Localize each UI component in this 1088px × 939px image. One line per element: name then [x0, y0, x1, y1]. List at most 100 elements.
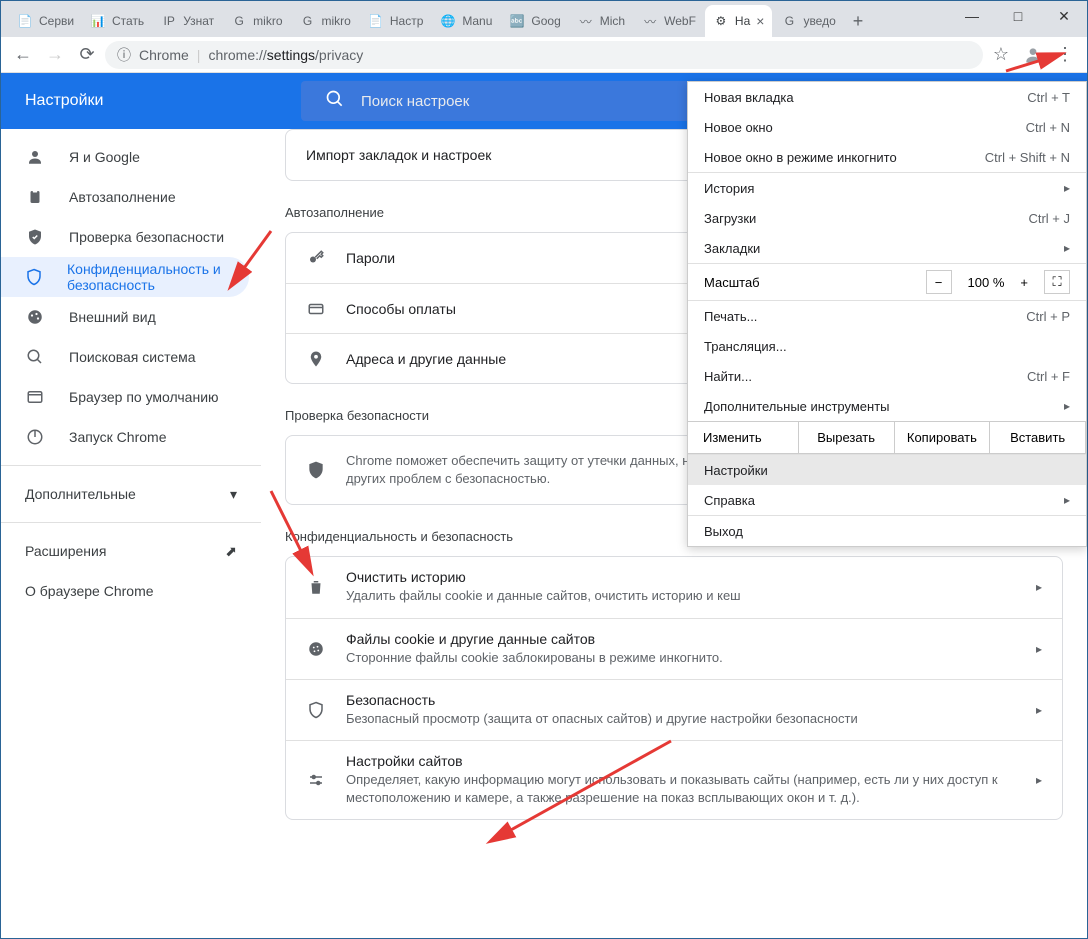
- menu-copy[interactable]: Копировать: [894, 421, 991, 454]
- menu-incognito[interactable]: Новое окно в режиме инкогнитоCtrl + Shif…: [688, 142, 1086, 172]
- chrome-menu: Новая вкладкаCtrl + T Новое окноCtrl + N…: [687, 81, 1087, 547]
- minimize-button[interactable]: —: [949, 1, 995, 31]
- menu-more-tools[interactable]: Дополнительные инструменты▸: [688, 391, 1086, 421]
- close-button[interactable]: ✕: [1041, 1, 1087, 31]
- tab-label: Серви: [39, 14, 74, 28]
- sidebar-extensions[interactable]: Расширения⬈: [1, 531, 261, 571]
- cookie-icon: [306, 640, 326, 658]
- tab[interactable]: Gmikro: [292, 5, 359, 37]
- menu-new-window[interactable]: Новое окноCtrl + N: [688, 112, 1086, 142]
- menu-help[interactable]: Справка▸: [688, 485, 1086, 515]
- sidebar-item[interactable]: Автозаполнение: [1, 177, 261, 217]
- menu-history[interactable]: История▸: [688, 173, 1086, 203]
- tab-favicon: 📄: [368, 13, 384, 29]
- tab[interactable]: 📊Стать: [82, 5, 152, 37]
- maximize-button[interactable]: □: [995, 1, 1041, 31]
- tab[interactable]: 〰WebF: [634, 5, 704, 37]
- sidebar-item[interactable]: Проверка безопасности: [1, 217, 261, 257]
- menu-print[interactable]: Печать...Ctrl + P: [688, 301, 1086, 331]
- chevron-right-icon: ▸: [1036, 703, 1042, 717]
- tab-label: Goog: [531, 14, 560, 28]
- chevron-right-icon: ▸: [1036, 642, 1042, 656]
- trash-icon: [306, 578, 326, 596]
- profile-avatar-icon[interactable]: [1019, 41, 1047, 69]
- sidebar-item[interactable]: Я и Google: [1, 137, 261, 177]
- menu-find[interactable]: Найти...Ctrl + F: [688, 361, 1086, 391]
- menu-cast[interactable]: Трансляция...: [688, 331, 1086, 361]
- menu-exit[interactable]: Выход: [688, 516, 1086, 546]
- privacy-row[interactable]: Файлы cookie и другие данные сайтовСторо…: [286, 618, 1062, 679]
- tab[interactable]: Gуведо: [773, 5, 843, 37]
- menu-zoom: Масштаб − 100 % + ⛶: [688, 264, 1086, 300]
- row-subtitle: Безопасный просмотр (защита от опасных с…: [346, 710, 1016, 728]
- tab-label: mikro: [322, 14, 351, 28]
- tab[interactable]: Gmikro: [223, 5, 290, 37]
- tab[interactable]: 🌐Manu: [432, 5, 500, 37]
- key-icon: [306, 249, 326, 267]
- menu-paste[interactable]: Вставить: [989, 421, 1086, 454]
- search-icon: [325, 89, 345, 114]
- sidebar-label: Конфиденциальность и безопасность: [67, 261, 225, 293]
- menu-edit-row: Изменить Вырезать Копировать Вставить: [688, 422, 1086, 454]
- sidebar-item[interactable]: Запуск Chrome: [1, 417, 261, 457]
- power-icon: [25, 427, 45, 447]
- tab[interactable]: 📄Серви: [9, 5, 81, 37]
- privacy-row[interactable]: Настройки сайтовОпределяет, какую информ…: [286, 740, 1062, 819]
- person-icon: [25, 147, 45, 167]
- shield-check-icon: [25, 227, 45, 247]
- reload-button[interactable]: ⟳: [73, 41, 101, 69]
- sidebar-item[interactable]: Браузер по умолчанию: [1, 377, 261, 417]
- tab-close-icon[interactable]: ×: [756, 13, 764, 29]
- sidebar-label: Проверка безопасности: [69, 229, 224, 245]
- address-bar[interactable]: ⓘ Chrome | chrome://settings/privacy: [105, 41, 983, 69]
- additional-label: Дополнительные: [25, 486, 136, 502]
- sidebar-label: Браузер по умолчанию: [69, 389, 219, 405]
- tab-label: На: [735, 14, 750, 28]
- sidebar-additional[interactable]: Дополнительные ▾: [1, 474, 261, 514]
- tab-favicon: IP: [161, 13, 177, 29]
- import-label: Импорт закладок и настроек: [306, 147, 491, 163]
- zoom-out-button[interactable]: −: [926, 270, 952, 294]
- sidebar-label: Запуск Chrome: [69, 429, 166, 445]
- privacy-row[interactable]: БезопасностьБезопасный просмотр (защита …: [286, 679, 1062, 740]
- new-tab-button[interactable]: +: [845, 11, 872, 32]
- menu-bookmarks[interactable]: Закладки▸: [688, 233, 1086, 263]
- row-label: Пароли: [346, 250, 395, 266]
- sidebar-item[interactable]: Внешний вид: [1, 297, 261, 337]
- zoom-in-button[interactable]: +: [1020, 275, 1028, 290]
- tab-label: WebF: [664, 14, 696, 28]
- tab-favicon: ⚙: [713, 13, 729, 29]
- tab[interactable]: 📄Настр: [360, 5, 432, 37]
- row-title: Настройки сайтов: [346, 753, 1016, 769]
- tab[interactable]: 🔤 Goog: [501, 5, 568, 37]
- forward-button[interactable]: →: [41, 41, 69, 69]
- search-icon: [25, 347, 45, 367]
- tab-label: mikro: [253, 14, 282, 28]
- sidebar-about[interactable]: О браузере Chrome: [1, 571, 261, 611]
- row-subtitle: Сторонние файлы cookie заблокированы в р…: [346, 649, 1016, 667]
- toolbar: ← → ⟳ ⓘ Chrome | chrome://settings/priva…: [1, 37, 1087, 73]
- tab[interactable]: ⚙ На ×: [705, 5, 773, 37]
- row-label: Способы оплаты: [346, 301, 456, 317]
- bookmark-star-icon[interactable]: ☆: [987, 41, 1015, 69]
- tab[interactable]: IPУзнат: [153, 5, 222, 37]
- menu-cut[interactable]: Вырезать: [798, 421, 895, 454]
- sidebar-item[interactable]: Конфиденциальность и безопасность: [1, 257, 249, 297]
- tab[interactable]: 〰Mich: [570, 5, 633, 37]
- tab-favicon: 🔤: [509, 13, 525, 29]
- site-info-icon[interactable]: ⓘ: [117, 45, 131, 65]
- external-link-icon: ⬈: [225, 543, 237, 560]
- menu-settings[interactable]: Настройки: [688, 455, 1086, 485]
- address-prefix: Chrome: [139, 47, 189, 63]
- menu-downloads[interactable]: ЗагрузкиCtrl + J: [688, 203, 1086, 233]
- menu-new-tab[interactable]: Новая вкладкаCtrl + T: [688, 82, 1086, 112]
- fullscreen-button[interactable]: ⛶: [1044, 270, 1070, 294]
- tab-label: Mich: [600, 14, 625, 28]
- privacy-row[interactable]: Очистить историюУдалить файлы cookie и д…: [286, 557, 1062, 617]
- sidebar-label: Я и Google: [69, 149, 140, 165]
- chevron-down-icon: ▾: [230, 486, 237, 503]
- back-button[interactable]: ←: [9, 41, 37, 69]
- clipboard-icon: [25, 187, 45, 207]
- chrome-menu-icon[interactable]: ⋮: [1051, 41, 1079, 69]
- sidebar-item[interactable]: Поисковая система: [1, 337, 261, 377]
